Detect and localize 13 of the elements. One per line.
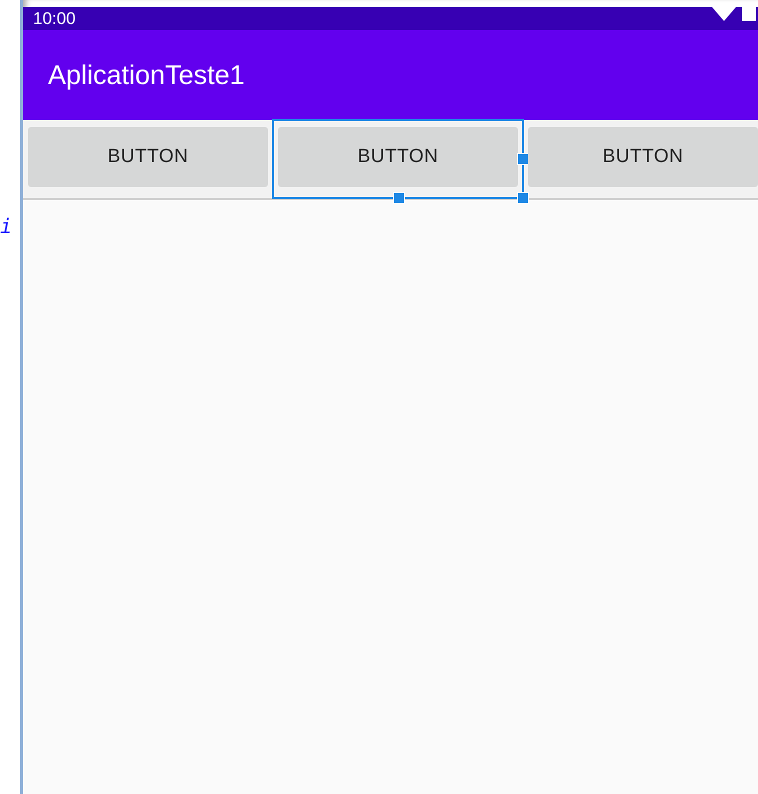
button[interactable]: BUTTON bbox=[528, 127, 758, 187]
resize-handle[interactable] bbox=[517, 192, 529, 204]
wifi-icon bbox=[712, 7, 736, 21]
resize-handle[interactable] bbox=[517, 153, 529, 165]
code-text: i bbox=[0, 214, 14, 238]
status-time: 10:00 bbox=[33, 8, 76, 28]
resize-handle[interactable] bbox=[393, 192, 405, 204]
selection-frame[interactable]: BUTTON bbox=[273, 120, 523, 198]
app-title: AplicationTeste1 bbox=[48, 60, 245, 90]
selection-frame[interactable]: BUTTON bbox=[23, 120, 273, 198]
button[interactable]: BUTTON bbox=[28, 127, 268, 187]
selection-frame[interactable]: BUTTON bbox=[523, 120, 758, 198]
button[interactable]: BUTTON bbox=[278, 127, 518, 187]
